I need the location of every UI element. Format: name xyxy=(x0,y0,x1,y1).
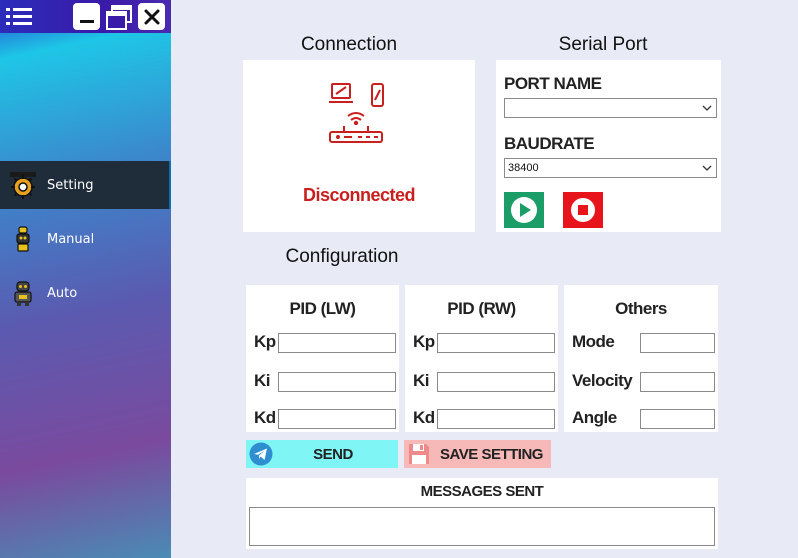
pid-rw-kp-label: Kp xyxy=(413,332,435,351)
sidebar-item-label: Auto xyxy=(47,285,78,301)
others-title: Others xyxy=(615,299,667,318)
gear-icon xyxy=(10,172,36,199)
pid-rw-ki-input[interactable] xyxy=(437,372,555,392)
sidebar-item-auto[interactable]: Auto xyxy=(0,269,171,317)
pid-rw-kd-label: Kd xyxy=(413,408,435,427)
floppy-disk-icon xyxy=(409,444,429,464)
close-button[interactable] xyxy=(138,3,165,30)
sidebar: Setting Manual Auto xyxy=(0,0,171,558)
mode-input[interactable] xyxy=(640,333,715,353)
port-name-select[interactable] xyxy=(504,98,717,118)
messages-panel: MESSAGES SENT xyxy=(246,478,718,549)
pid-lw-kd-input[interactable] xyxy=(278,409,396,429)
sidebar-item-label: Manual xyxy=(47,231,95,247)
start-button[interactable] xyxy=(504,192,544,228)
configuration-heading: Configuration xyxy=(285,246,399,267)
send-button[interactable]: SEND xyxy=(246,440,398,468)
stop-icon xyxy=(571,198,595,222)
chevron-down-icon xyxy=(702,165,712,171)
restore-button[interactable] xyxy=(104,4,134,31)
messages-sent-textbox[interactable] xyxy=(249,507,715,546)
stop-button[interactable] xyxy=(563,192,603,228)
others-panel: Others Mode Velocity Angle xyxy=(564,285,718,432)
pid-lw-ki-label: Ki xyxy=(254,371,271,390)
hamburger-menu-icon[interactable] xyxy=(6,7,32,27)
baudrate-select[interactable]: 38400 xyxy=(504,158,717,178)
pid-rw-panel: PID (RW) Kp Ki Kd xyxy=(405,285,558,432)
save-setting-button[interactable]: SAVE SETTING xyxy=(404,440,551,468)
connection-status: Disconnected xyxy=(302,185,416,205)
restore-icon xyxy=(106,5,132,30)
pid-lw-kd-label: Kd xyxy=(254,408,276,427)
baudrate-label: BAUDRATE xyxy=(504,134,595,153)
others-velocity-label: Velocity xyxy=(572,371,633,390)
chevron-down-icon xyxy=(702,105,712,111)
pid-lw-kp-label: Kp xyxy=(254,332,276,351)
pid-rw-ki-label: Ki xyxy=(413,371,430,390)
robot-manual-icon xyxy=(16,226,30,252)
pid-lw-panel: PID (LW) Kp Ki Kd xyxy=(246,285,399,432)
connection-heading: Connection xyxy=(300,34,398,55)
serial-port-panel: PORT NAME BAUDRATE 38400 xyxy=(496,60,721,232)
minimize-button[interactable] xyxy=(73,3,100,30)
others-angle-label: Angle xyxy=(572,408,617,427)
serial-port-heading: Serial Port xyxy=(558,34,648,55)
minimize-icon xyxy=(79,19,94,23)
pid-rw-kd-input[interactable] xyxy=(437,409,555,429)
connection-panel: Disconnected xyxy=(243,60,475,232)
angle-input[interactable] xyxy=(640,409,715,429)
velocity-input[interactable] xyxy=(640,372,715,392)
pid-rw-title: PID (RW) xyxy=(447,299,516,318)
pid-lw-kp-input[interactable] xyxy=(278,333,396,353)
sidebar-item-label: Setting xyxy=(47,177,94,193)
robot-auto-icon xyxy=(14,281,32,306)
messages-sent-title: MESSAGES SENT xyxy=(420,483,544,500)
pid-lw-title: PID (LW) xyxy=(289,299,356,318)
others-mode-label: Mode xyxy=(572,332,615,351)
port-name-label: PORT NAME xyxy=(504,74,602,93)
pid-lw-ki-input[interactable] xyxy=(278,372,396,392)
sidebar-topbar xyxy=(0,0,171,33)
sidebar-item-setting[interactable]: Setting xyxy=(0,161,171,209)
pid-rw-kp-input[interactable] xyxy=(437,333,555,353)
network-devices-icon xyxy=(329,83,384,143)
close-icon xyxy=(144,9,159,24)
telegram-send-icon xyxy=(249,442,273,466)
play-icon xyxy=(511,197,537,223)
sidebar-item-manual[interactable]: Manual xyxy=(0,215,171,263)
baudrate-value: 38400 xyxy=(508,162,539,174)
